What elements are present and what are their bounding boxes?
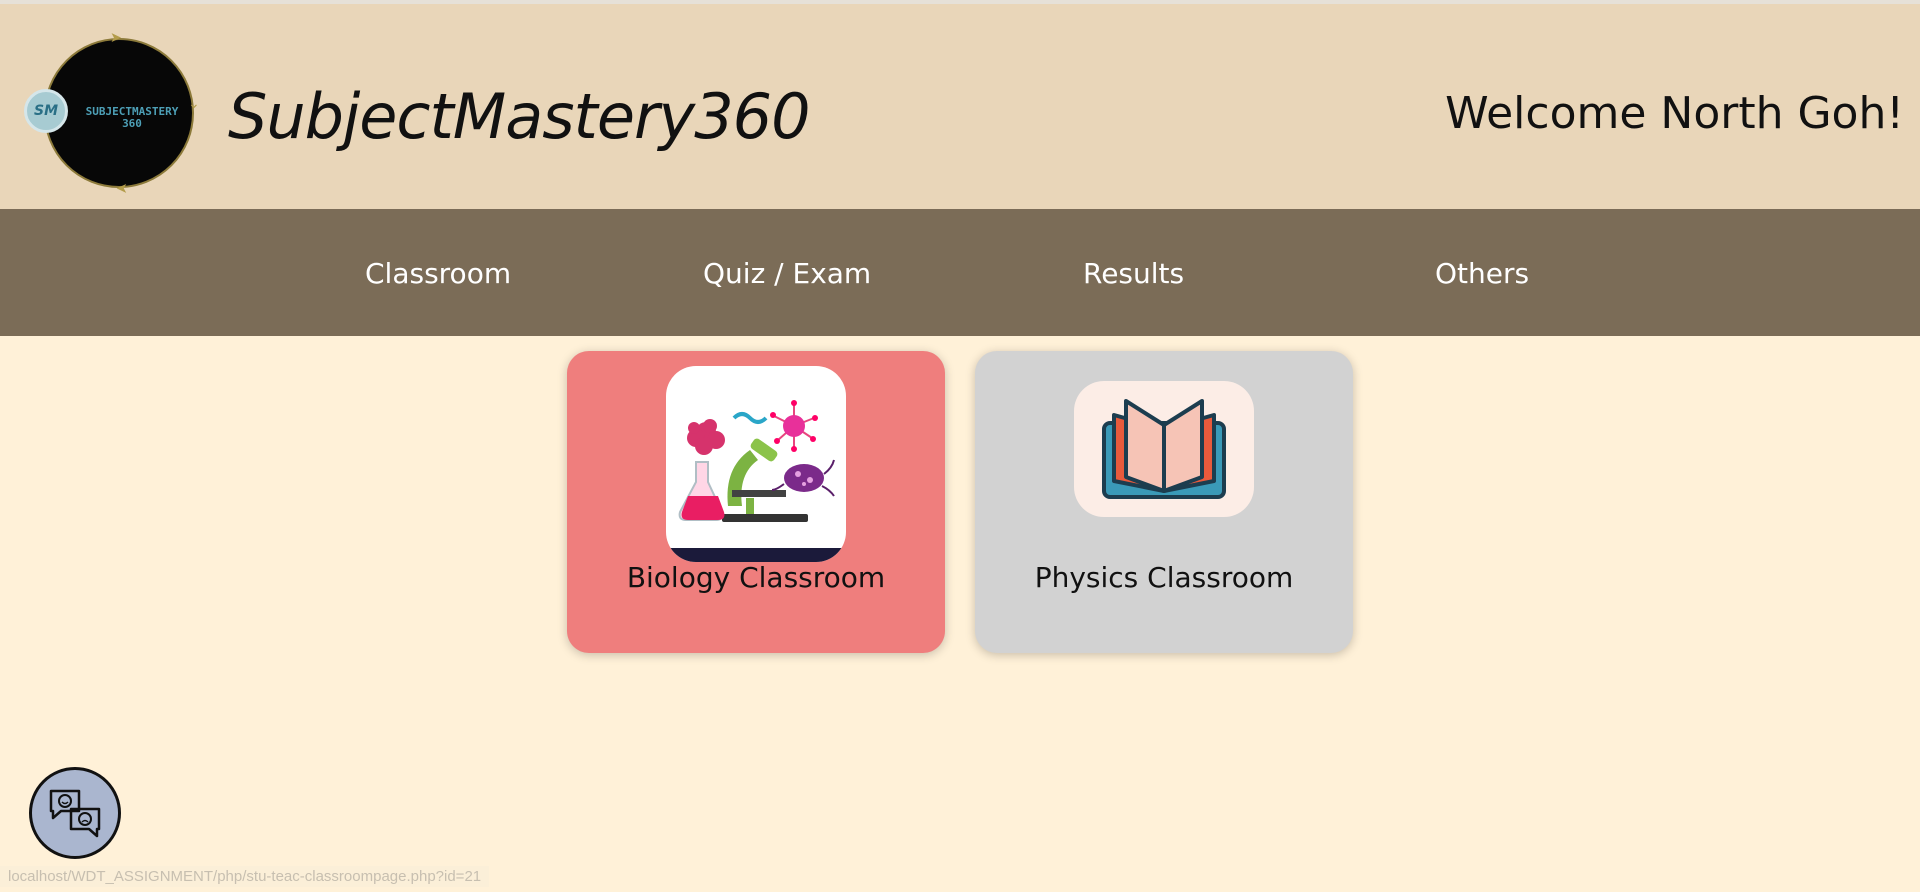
logo-badge: SM xyxy=(24,89,68,133)
logo-text: SUBJECTMASTERY 360 xyxy=(70,106,194,130)
nav-item-others[interactable]: Others xyxy=(1435,257,1529,290)
classroom-card-biology[interactable]: Biology Classroom xyxy=(567,351,945,653)
nav-item-results[interactable]: Results xyxy=(1083,257,1184,290)
nav-item-classroom[interactable]: Classroom xyxy=(365,257,511,290)
classroom-card-label: Biology Classroom xyxy=(626,561,886,594)
logo-text-line2: 360 xyxy=(122,117,142,130)
nav-item-quiz-exam[interactable]: Quiz / Exam xyxy=(703,257,871,290)
logo-arrow-icon: ➤ xyxy=(110,30,122,46)
classroom-card-label: Physics Classroom xyxy=(1034,561,1294,594)
open-book-icon xyxy=(1102,399,1226,499)
biology-illustration-icon xyxy=(666,400,846,562)
main-nav: Classroom Quiz / Exam Results Others xyxy=(0,209,1920,336)
site-header: ➤ ⌄ ➤ SM SUBJECTMASTERY 360 SubjectMaste… xyxy=(0,4,1920,209)
logo-badge-text: SM xyxy=(33,103,58,119)
welcome-message: Welcome North Goh! xyxy=(1445,88,1904,139)
site-logo[interactable]: ➤ ⌄ ➤ SM SUBJECTMASTERY 360 xyxy=(24,30,200,196)
status-bar-url: localhost/WDT_ASSIGNMENT/php/stu-teac-cl… xyxy=(0,866,490,887)
physics-image xyxy=(1074,381,1254,517)
site-title: SubjectMastery360 xyxy=(228,80,811,153)
classroom-card-physics[interactable]: Physics Classroom xyxy=(975,351,1353,653)
chat-faces-icon xyxy=(49,789,101,838)
logo-arrow-icon: ➤ xyxy=(116,180,128,196)
chat-button[interactable] xyxy=(29,767,121,859)
biology-illustration xyxy=(666,366,846,562)
